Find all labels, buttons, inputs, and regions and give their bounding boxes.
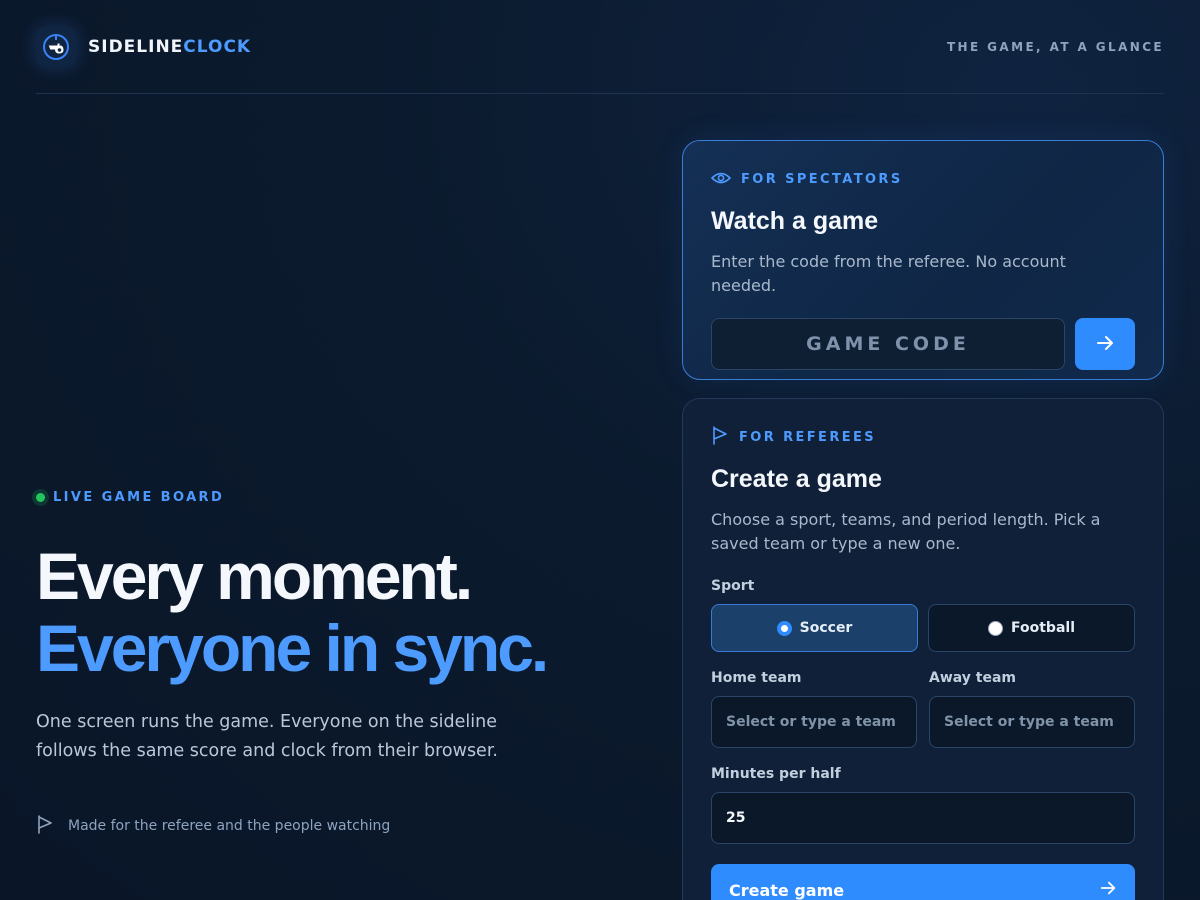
sport-field: Sport Soccer Football bbox=[711, 578, 1135, 652]
spectators-card: FOR SPECTATORS Watch a game Enter the co… bbox=[682, 140, 1164, 380]
referees-description: Choose a sport, teams, and period length… bbox=[711, 510, 1101, 553]
sport-option-label: Soccer bbox=[799, 620, 853, 636]
watch-game-button[interactable] bbox=[1075, 318, 1135, 370]
spectators-label: FOR SPECTATORS bbox=[710, 169, 1135, 189]
referees-title: Create a game bbox=[711, 465, 882, 493]
create-game-label: Create game bbox=[729, 880, 845, 900]
teams-row: Home team Away team bbox=[711, 670, 1135, 748]
minutes-field: Minutes per half bbox=[711, 766, 1135, 844]
sport-options: Soccer Football bbox=[711, 604, 1135, 652]
referees-label-text: FOR REFEREES bbox=[739, 429, 877, 445]
live-dot-icon bbox=[36, 493, 45, 502]
radio-checked-icon bbox=[776, 620, 792, 636]
sport-label: Sport bbox=[711, 578, 755, 594]
hero-eyebrow-text: LIVE GAME BOARD bbox=[53, 490, 225, 505]
flag-icon bbox=[711, 425, 729, 449]
eye-icon bbox=[710, 170, 732, 189]
brand-name-part1: SIDELINE bbox=[88, 36, 184, 57]
tagline: THE GAME, AT A GLANCE bbox=[946, 39, 1164, 54]
flag-icon bbox=[36, 814, 54, 838]
home-team-field: Home team bbox=[711, 670, 917, 748]
minutes-input[interactable] bbox=[711, 792, 1135, 844]
whistle-icon bbox=[36, 26, 76, 67]
spectators-description: Enter the code from the referee. No acco… bbox=[711, 252, 1066, 295]
game-code-input[interactable] bbox=[711, 318, 1065, 370]
hero-title-line1: Every moment. bbox=[36, 539, 473, 613]
radio-unchecked-icon bbox=[988, 620, 1003, 636]
hero-description: One screen runs the game. Everyone on th… bbox=[36, 712, 498, 761]
arrow-right-icon bbox=[1095, 333, 1115, 356]
sport-option-soccer[interactable]: Soccer bbox=[711, 604, 918, 652]
arrow-right-icon bbox=[1099, 879, 1117, 900]
spectators-label-text: FOR SPECTATORS bbox=[741, 171, 903, 187]
home-team-input[interactable] bbox=[711, 696, 917, 748]
away-team-label: Away team bbox=[929, 670, 1017, 686]
brand-name-part2: CLOCK bbox=[183, 36, 252, 57]
hero-eyebrow: LIVE GAME BOARD bbox=[36, 490, 224, 505]
hero-title: Every moment. Everyone in sync. bbox=[36, 539, 549, 685]
minutes-label: Minutes per half bbox=[711, 766, 841, 782]
game-code-form bbox=[711, 318, 1135, 370]
brand[interactable]: SIDELINECLOCK bbox=[36, 26, 251, 67]
brand-name: SIDELINECLOCK bbox=[88, 37, 251, 57]
sport-option-label: Football bbox=[1011, 620, 1075, 636]
referees-card: FOR REFEREES Create a game Choose a spor… bbox=[682, 398, 1164, 900]
away-team-field: Away team bbox=[929, 670, 1135, 748]
home-team-label: Home team bbox=[711, 670, 802, 686]
create-game-button[interactable]: Create game bbox=[711, 864, 1135, 900]
referees-label: FOR REFEREES bbox=[711, 425, 1135, 449]
away-team-input[interactable] bbox=[929, 696, 1135, 748]
sport-option-football[interactable]: Football bbox=[928, 604, 1135, 652]
hero-footnote-text: Made for the referee and the people watc… bbox=[68, 818, 391, 834]
hero-title-line2: Everyone in sync. bbox=[36, 611, 549, 685]
site-header: SIDELINECLOCK THE GAME, AT A GLANCE bbox=[36, 0, 1164, 94]
spectators-title: Watch a game bbox=[711, 207, 879, 235]
hero-footnote: Made for the referee and the people watc… bbox=[36, 814, 390, 838]
